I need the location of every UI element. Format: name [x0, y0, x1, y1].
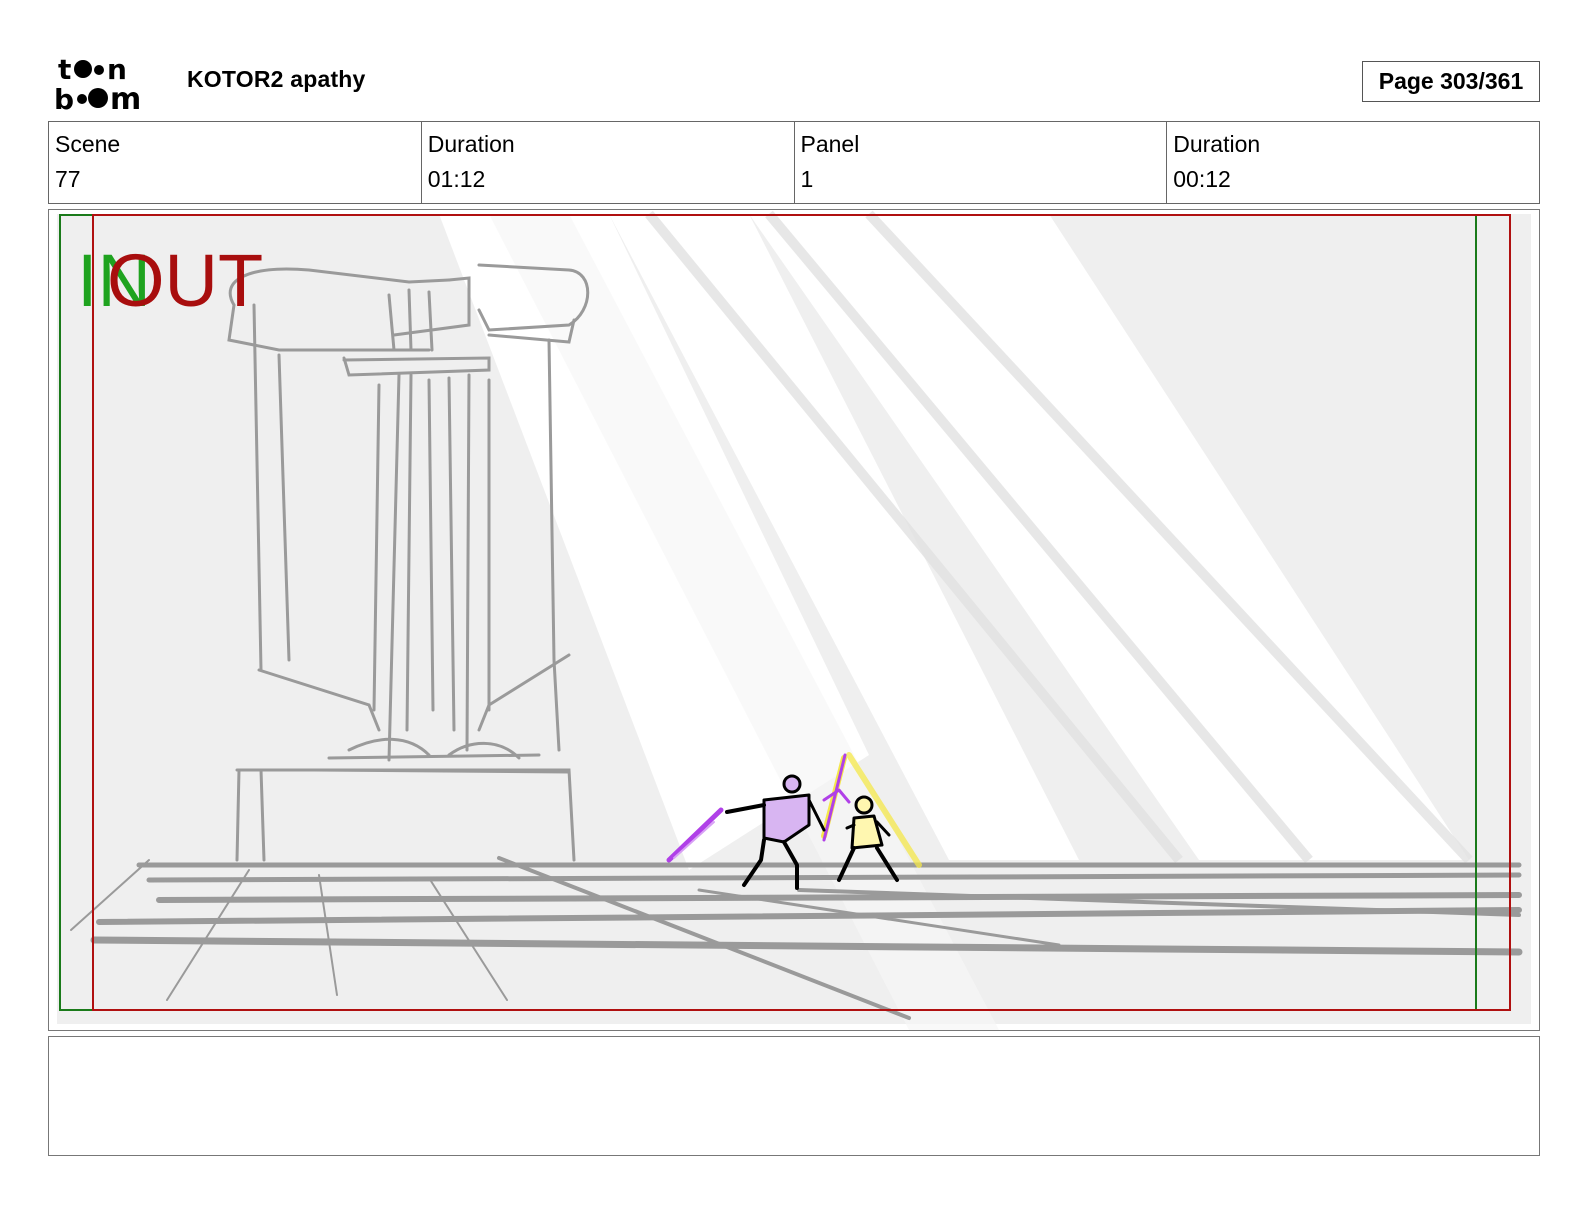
scene-label: Scene — [55, 131, 121, 157]
out-marker: OUT — [107, 239, 264, 322]
panel-duration-value: 00:12 — [1173, 166, 1231, 192]
scene-duration-value: 01:12 — [427, 166, 486, 192]
scene-cell: Scene 77 — [49, 122, 421, 203]
panel-cell: Panel 1 — [793, 122, 1167, 203]
project-title: KOTOR2 apathy — [187, 66, 366, 92]
panel-notes-box[interactable] — [48, 1036, 1540, 1156]
scene-info-table: Scene 77 Duration 01:12 Panel 1 Duration… — [48, 121, 1540, 204]
panel-sketch — [57, 210, 1531, 1030]
panel-label: Panel — [800, 131, 860, 157]
svg-text:m: m — [110, 82, 141, 112]
scene-duration-label: Duration — [427, 131, 515, 157]
page-indicator: Page 303/361 — [1362, 61, 1540, 102]
storyboard-panel[interactable]: IN OUT — [48, 209, 1540, 1031]
panel-duration-label: Duration — [1173, 131, 1261, 157]
svg-text:b: b — [54, 83, 74, 112]
scene-value: 77 — [55, 166, 81, 192]
scene-duration-cell: Duration 01:12 — [420, 122, 794, 203]
svg-text:t: t — [58, 53, 71, 86]
toon-boom-logo: t n b m — [54, 53, 141, 112]
panel-duration-cell: Duration 00:12 — [1166, 122, 1539, 203]
panel-value: 1 — [800, 166, 814, 192]
